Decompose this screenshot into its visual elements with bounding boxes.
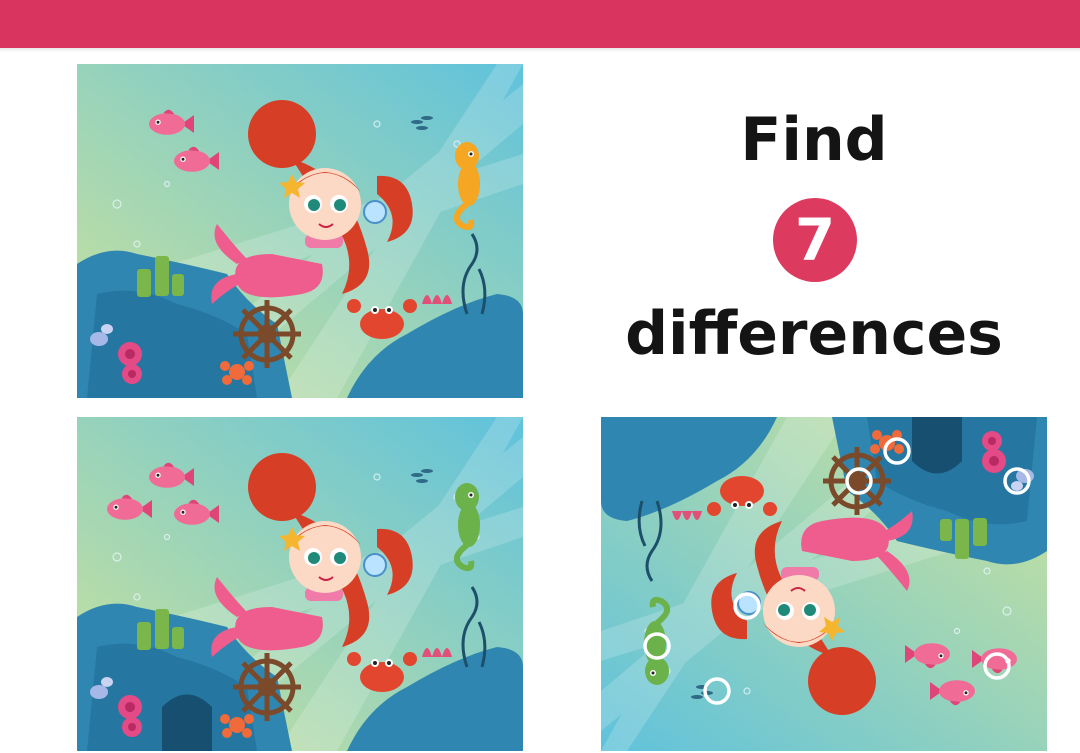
modified-picture-panel[interactable] (77, 417, 523, 751)
ship-wheel (233, 300, 301, 368)
title-differences: differences (625, 299, 1003, 369)
red-coral (422, 648, 452, 657)
header-shadow (0, 48, 1080, 52)
original-picture-panel[interactable] (77, 64, 523, 398)
header-bar (0, 0, 1080, 48)
rock-cave (162, 694, 212, 751)
red-coral (422, 295, 452, 304)
rock-cave (912, 417, 962, 474)
ship-wheel (823, 447, 891, 515)
red-coral (672, 511, 702, 520)
answer-key-panel (601, 417, 1047, 751)
title-find: Find (740, 105, 888, 175)
differences-count-badge: 7 (773, 198, 857, 282)
ship-wheel (233, 653, 301, 721)
